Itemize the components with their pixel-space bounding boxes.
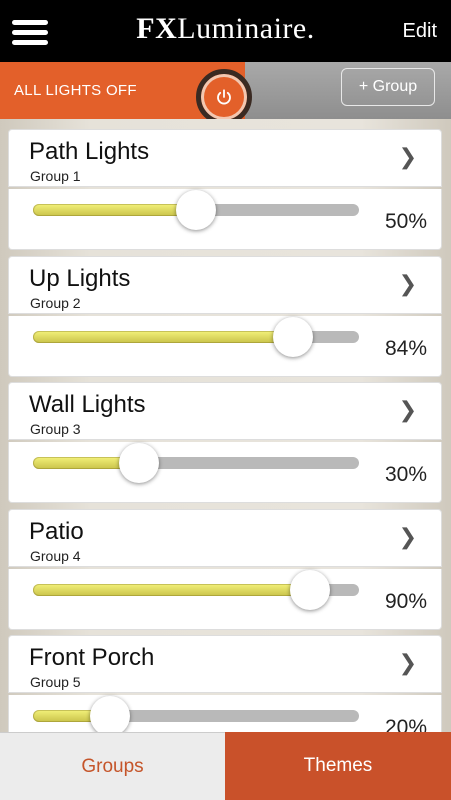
group-card: Path Lights Group 1 ❯ 50% <box>8 129 442 250</box>
group-header[interactable]: Patio Group 4 ❯ <box>8 508 442 567</box>
add-group-button[interactable]: + Group <box>341 68 435 106</box>
group-name: Front Porch <box>29 644 155 671</box>
tab-themes[interactable]: Themes <box>225 732 451 800</box>
chevron-right-icon[interactable]: ❯ <box>399 397 417 423</box>
group-subtitle: Group 2 <box>30 294 81 311</box>
group-name: Path Lights <box>29 138 150 165</box>
power-icon <box>217 89 231 105</box>
group-name: Patio <box>29 517 84 545</box>
dimmer-slider-fill <box>33 204 196 216</box>
group-header[interactable]: Front Porch Group 5 ❯ <box>8 635 442 693</box>
dimmer-slider-track[interactable] <box>33 190 359 230</box>
dimmer-slider-handle[interactable] <box>273 316 314 357</box>
group-subtitle: Group 5 <box>30 674 81 690</box>
dimmer-slider-handle[interactable] <box>90 696 131 732</box>
dimmer-row: 90% <box>8 568 442 630</box>
all-lights-off-label: ALL LIGHTS OFF <box>14 82 137 99</box>
dimmer-row: 30% <box>8 442 442 503</box>
group-card: Patio Group 4 ❯ 90% <box>8 508 442 630</box>
group-subtitle: Group 4 <box>30 547 81 564</box>
group-header[interactable]: Up Lights Group 2 ❯ <box>8 255 442 314</box>
dimmer-level-label: 50% <box>384 210 427 233</box>
app-header: FXLuminaire. Edit <box>0 0 451 62</box>
dimmer-slider-fill <box>33 330 294 343</box>
tab-groups[interactable]: Groups <box>0 732 225 800</box>
dimmer-row: 20% <box>8 695 442 732</box>
group-card: Wall Lights Group 3 ❯ 30% <box>8 382 442 503</box>
dimmer-slider-handle[interactable] <box>176 190 216 230</box>
chevron-right-icon[interactable]: ❯ <box>399 144 417 170</box>
chevron-right-icon[interactable]: ❯ <box>399 650 417 676</box>
chevron-right-icon[interactable]: ❯ <box>399 524 417 550</box>
group-header[interactable]: Path Lights Group 1 ❯ <box>8 129 442 187</box>
dimmer-level-label: 90% <box>384 589 427 613</box>
bottom-tab-bar: Groups Themes <box>0 732 451 800</box>
group-name: Wall Lights <box>29 391 146 418</box>
group-subtitle: Group 1 <box>30 168 81 184</box>
group-subtitle: Group 3 <box>30 421 81 437</box>
app-logo: FXLuminaire. <box>136 12 315 45</box>
dimmer-row: 84% <box>8 315 442 377</box>
edit-button[interactable]: Edit <box>403 20 437 43</box>
dimmer-slider-track[interactable] <box>33 443 359 483</box>
group-card: Up Lights Group 2 ❯ 84% <box>8 255 442 377</box>
chevron-right-icon[interactable]: ❯ <box>399 271 417 297</box>
dimmer-level-label: 30% <box>384 463 427 486</box>
group-list[interactable]: Path Lights Group 1 ❯ 50% Up Lights Group 2 ❯ 8… <box>0 119 451 732</box>
dimmer-row: 50% <box>8 189 442 250</box>
dimmer-slider-handle[interactable] <box>290 569 331 610</box>
power-button[interactable] <box>196 69 252 125</box>
dimmer-slider-track[interactable] <box>33 316 359 357</box>
group-name: Up Lights <box>29 264 131 292</box>
toolbar: ALL LIGHTS OFF + Group <box>0 62 451 125</box>
dimmer-slider-handle[interactable] <box>118 443 159 483</box>
group-card: Front Porch Group 5 ❯ 20% <box>8 635 442 732</box>
dimmer-slider-track[interactable] <box>33 569 359 610</box>
dimmer-slider-fill <box>33 583 311 596</box>
group-header[interactable]: Wall Lights Group 3 ❯ <box>8 382 442 440</box>
dimmer-slider-track[interactable] <box>33 696 359 732</box>
dimmer-level-label: 84% <box>384 336 427 360</box>
dimmer-level-label: 20% <box>384 716 427 732</box>
